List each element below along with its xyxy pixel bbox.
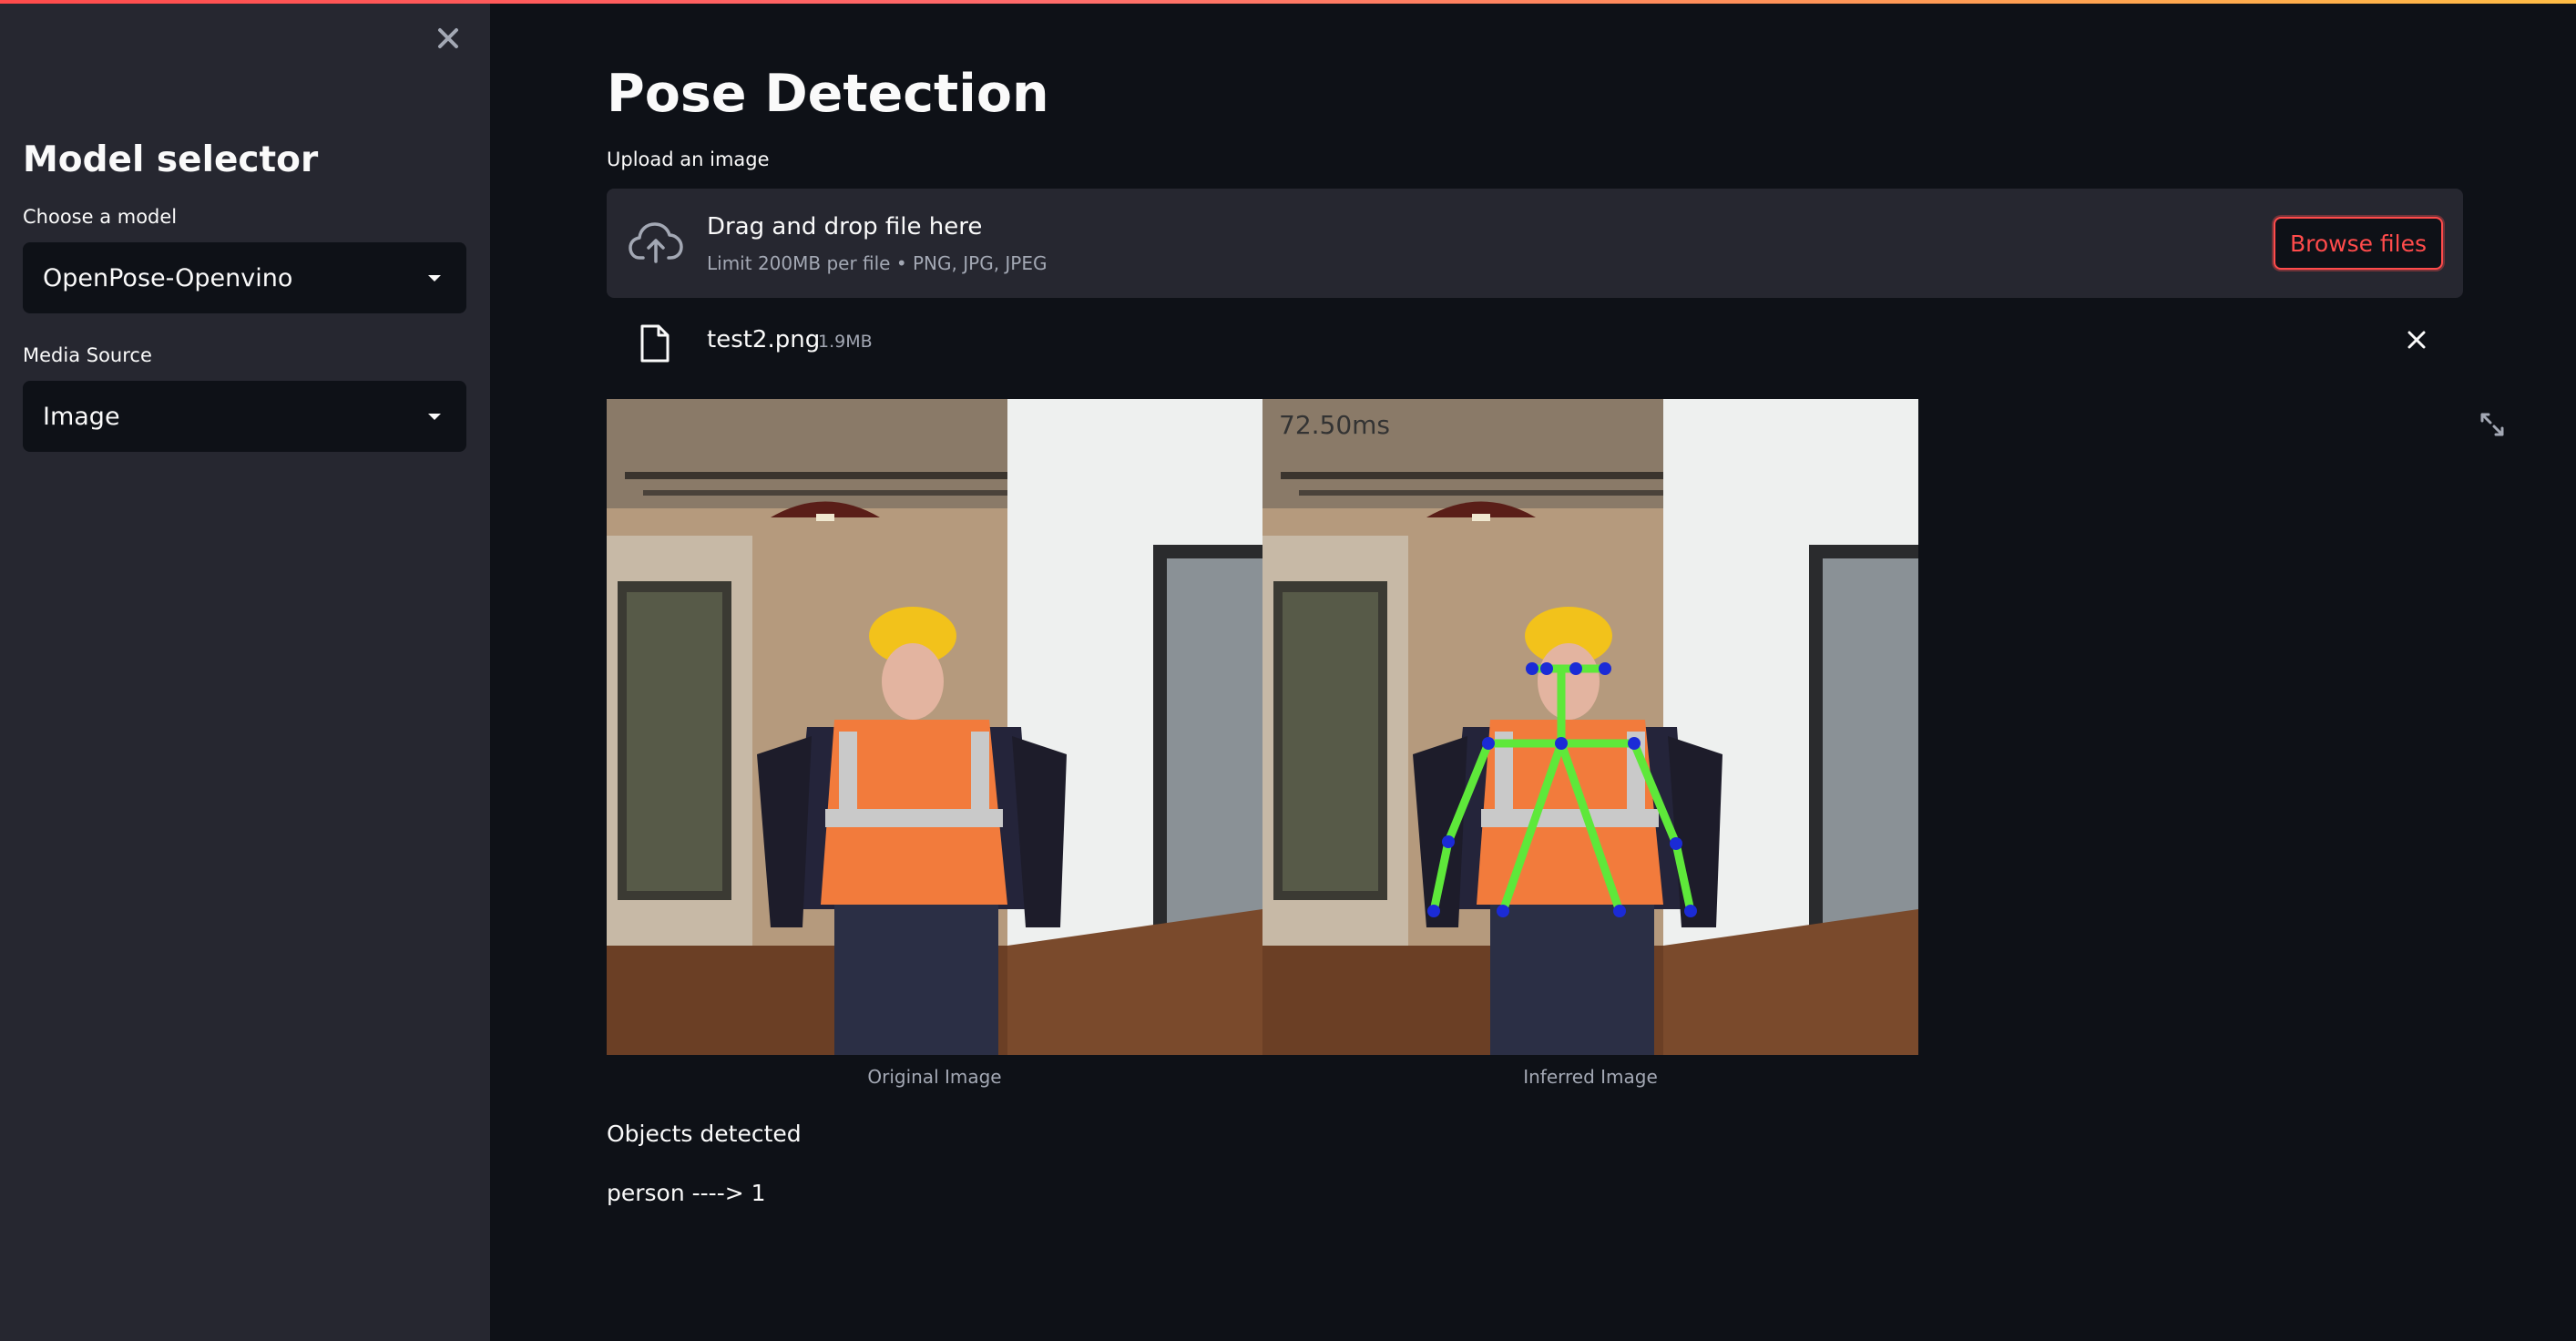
sidebar-title: Model selector (23, 139, 319, 180)
app-root: Model selector Choose a model OpenPose-O… (0, 0, 2576, 1341)
original-image (607, 399, 1262, 1055)
uploaded-file-row: test2.png 1.9MB (607, 313, 2463, 366)
browse-files-button[interactable]: Browse files (2274, 217, 2443, 270)
file-icon (640, 324, 670, 363)
chevron-down-icon (428, 275, 441, 282)
dropzone-instructions: Drag and drop file here (707, 213, 983, 241)
inferred-image-caption: Inferred Image (1523, 1066, 1658, 1088)
source-select[interactable]: Image (23, 381, 466, 452)
inference-time-label: 72.50ms (1279, 410, 1390, 440)
page-title: Pose Detection (607, 64, 1049, 124)
upload-label: Upload an image (607, 148, 770, 170)
file-dropzone[interactable]: Drag and drop file here Limit 200MB per … (607, 189, 2463, 298)
sidebar: Model selector Choose a model OpenPose-O… (0, 0, 490, 1341)
close-icon[interactable] (432, 22, 465, 55)
uploaded-file-name: test2.png (707, 326, 821, 353)
close-icon (2407, 331, 2426, 349)
chevron-down-icon (428, 414, 441, 420)
uploaded-file-size: 1.9MB (818, 332, 873, 352)
source-select-value: Image (43, 402, 120, 431)
original-image-caption: Original Image (867, 1066, 1002, 1088)
dropzone-limits: Limit 200MB per file • PNG, JPG, JPEG (707, 252, 1048, 274)
model-select-value: OpenPose-Openvino (43, 263, 293, 292)
remove-file-button[interactable] (2403, 326, 2430, 353)
expand-icon[interactable] (2474, 406, 2510, 443)
objects-detected-label: Objects detected (607, 1121, 802, 1147)
source-select-label: Media Source (23, 344, 152, 366)
model-select[interactable]: OpenPose-Openvino (23, 242, 466, 313)
top-accent-bar (0, 0, 2576, 4)
objects-detected-item: person ----> 1 (607, 1180, 766, 1206)
cloud-upload-icon (629, 222, 683, 263)
inferred-image: 72.50ms (1262, 399, 1918, 1055)
model-select-label: Choose a model (23, 206, 178, 228)
